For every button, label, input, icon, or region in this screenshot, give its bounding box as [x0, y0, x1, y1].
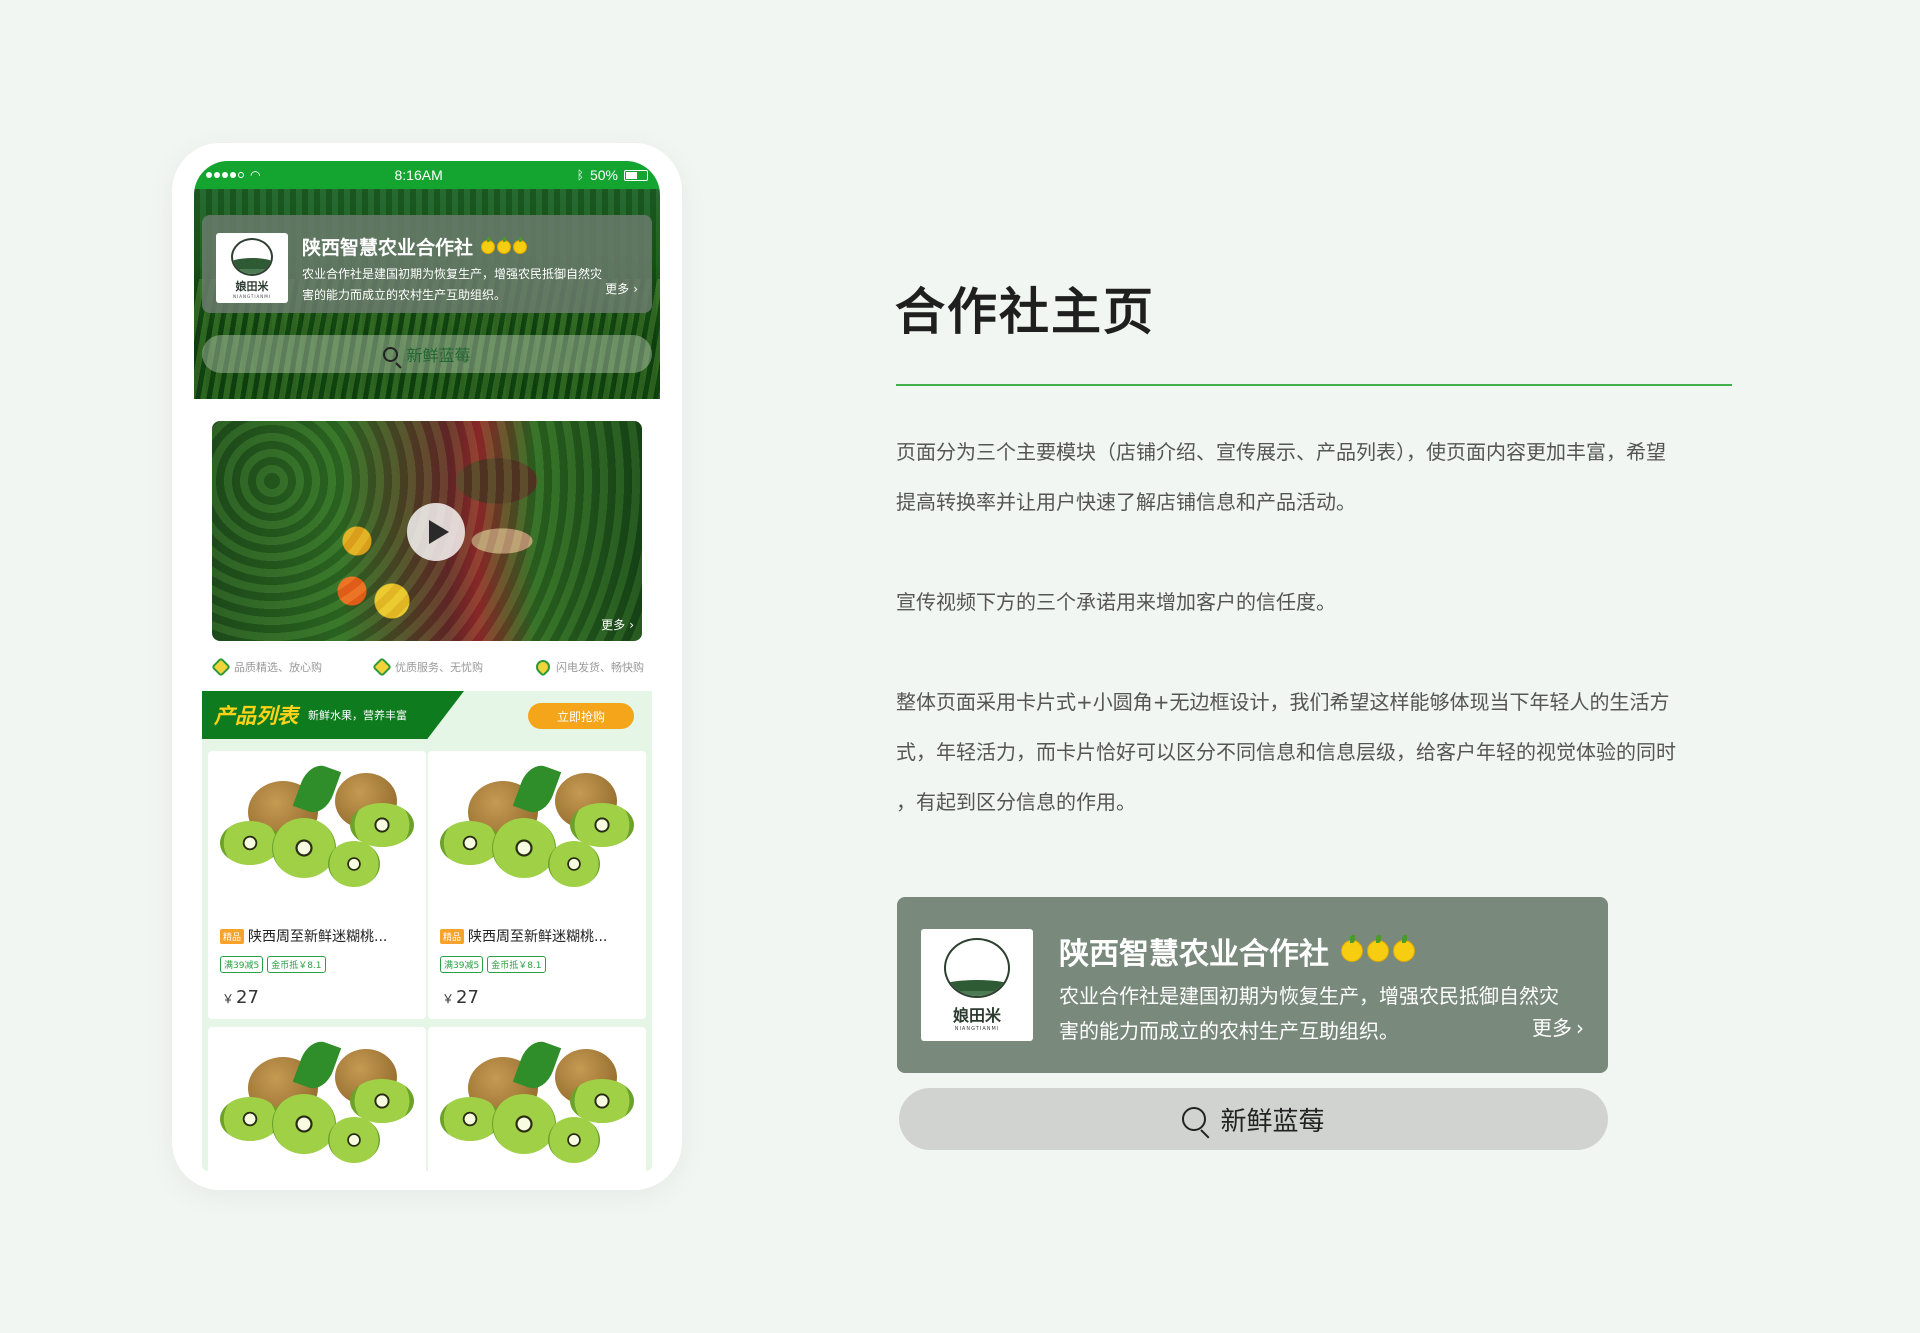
search-bar[interactable]: 新鲜蓝莓: [202, 335, 652, 373]
phone-screen: ◠ 8:16AM ᛒ 50% 娘田米 NIANGTIANMI 陕西智慧农业合作社: [194, 161, 660, 1171]
logo-subtext: NIANGTIANMI: [233, 293, 271, 299]
product-card[interactable]: 精品 陕西周至新鲜迷糊桃... 满39减5 金币抵￥8.1 ￥ 27: [208, 751, 426, 1019]
cooperative-logo: 娘田米 NIANGTIANMI: [921, 929, 1033, 1041]
product-price: ￥ 27: [222, 987, 259, 1008]
product-section-title: 产品列表: [214, 704, 298, 728]
fruit-rating-icons: [481, 236, 528, 254]
logo-text: 娘田米: [235, 279, 269, 293]
phone-mockup: ◠ 8:16AM ᛒ 50% 娘田米 NIANGTIANMI 陕西智慧农业合作社: [172, 143, 682, 1190]
promise-item: 品质精选、放心购: [211, 657, 322, 677]
cooperative-title: 陕西智慧农业合作社: [302, 233, 638, 260]
premium-badge: 精品: [220, 928, 245, 944]
logo-emblem-icon: [944, 938, 1010, 998]
promise-item: 闪电发货、畅快购: [533, 657, 644, 677]
fruit-icon: [1341, 935, 1363, 962]
product-section-subtitle: 新鲜水果，营养丰富: [308, 709, 407, 722]
hero-banner: 娘田米 NIANGTIANMI 陕西智慧农业合作社 农业合作社是建国初期为恢复生…: [194, 189, 660, 399]
buy-now-button[interactable]: 立即抢购: [528, 703, 634, 729]
coupon-tag: 金币抵￥8.1: [267, 956, 326, 973]
search-placeholder: 新鲜蓝莓: [406, 346, 471, 365]
product-card[interactable]: 精品 陕西周至新鲜迷糊桃... 满39减5 金币抵￥8.1 ￥ 27: [428, 751, 646, 1019]
kiwi-image: [220, 1036, 414, 1169]
coupon-tag: 满39减5: [440, 956, 484, 973]
cooperative-card-detail[interactable]: 娘田米 NIANGTIANMI 陕西智慧农业合作社 农业合作社是建国初期为恢复生…: [897, 897, 1608, 1073]
cooperative-more-link[interactable]: 更多: [605, 280, 638, 297]
logo-subtext: NIANGTIANMI: [954, 1026, 1000, 1032]
product-grid: 精品 陕西周至新鲜迷糊桃... 满39减5 金币抵￥8.1 ￥ 27 精品 陕西…: [208, 751, 646, 1171]
fruit-rating-icons: [1341, 935, 1415, 962]
promo-video[interactable]: 更多: [212, 421, 642, 641]
fruit-icon: [481, 236, 496, 254]
battery-icon: [624, 169, 648, 181]
description-paragraph-2: 宣传视频下方的三个承诺用来增加客户的信任度。: [896, 590, 1336, 614]
product-card[interactable]: [428, 1027, 646, 1171]
heading-divider: [896, 384, 1732, 386]
coupon-tag: 金币抵￥8.1: [487, 956, 546, 973]
battery-percent: 50%: [589, 167, 618, 183]
cooperative-title: 陕西智慧农业合作社: [1059, 929, 1584, 973]
rocket-badge-icon: [533, 657, 553, 677]
wifi-icon: ◠: [250, 168, 261, 182]
search-bar-detail[interactable]: 新鲜蓝莓: [899, 1088, 1608, 1150]
product-section: 产品列表 新鲜水果，营养丰富 立即抢购 精品 陕西周至新鲜迷糊桃... 满39减…: [202, 691, 652, 1171]
tag-badge-icon: [372, 657, 392, 677]
promise-item: 优质服务、无忧购: [372, 657, 483, 677]
fruit-icon: [513, 236, 528, 254]
product-price: ￥ 27: [442, 987, 479, 1008]
search-icon: [1182, 1107, 1210, 1139]
search-placeholder: 新鲜蓝莓: [1220, 1106, 1325, 1137]
cooperative-more-link[interactable]: 更多: [1532, 1012, 1584, 1041]
product-name: 精品 陕西周至新鲜迷糊桃...: [220, 926, 420, 946]
product-card[interactable]: [208, 1027, 426, 1171]
search-icon-handle: [1200, 1129, 1210, 1139]
logo-text: 娘田米: [952, 1006, 1001, 1025]
promise-bar: 品质精选、放心购 优质服务、无忧购 闪电发货、畅快购: [211, 657, 644, 677]
search-icon: [383, 346, 403, 369]
description-paragraph-1: 页面分为三个主要模块（店铺介绍、宣传展示、产品列表），使页面内容更加丰富，希望 …: [896, 440, 1666, 514]
search-icon-handle: [395, 361, 403, 369]
kiwi-image: [440, 760, 634, 893]
status-bar: ◠ 8:16AM ᛒ 50%: [194, 161, 660, 189]
product-section-header: 产品列表 新鲜水果，营养丰富 立即抢购: [202, 691, 652, 739]
fruit-icon: [497, 236, 512, 254]
product-name: 精品 陕西周至新鲜迷糊桃...: [440, 926, 640, 946]
play-icon[interactable]: [407, 503, 465, 561]
kiwi-image: [440, 1036, 634, 1169]
cooperative-description: 农业合作社是建国初期为恢复生产，增强农民抵御自然灾 害的能力而成立的农村生产互助…: [302, 267, 603, 302]
status-time: 8:16AM: [394, 167, 443, 183]
kiwi-image: [220, 760, 414, 893]
description-paragraph-3: 整体页面采用卡片式+小圆角+无边框设计，我们希望这样能够体现当下年轻人的生活方 …: [896, 690, 1676, 814]
signal-icon: [206, 172, 244, 178]
bluetooth-icon: ᛒ: [576, 168, 584, 182]
fruit-icon: [1367, 935, 1389, 962]
cooperative-card[interactable]: 娘田米 NIANGTIANMI 陕西智慧农业合作社 农业合作社是建国初期为恢复生…: [202, 215, 652, 313]
cooperative-description: 农业合作社是建国初期为恢复生产，增强农民抵御自然灾 害的能力而成立的农村生产互助…: [1059, 984, 1559, 1043]
logo-emblem-icon: [231, 237, 273, 276]
page-heading: 合作社主页: [895, 283, 1155, 341]
cooperative-logo: 娘田米 NIANGTIANMI: [216, 233, 288, 303]
heart-badge-icon: [211, 657, 231, 677]
fruit-icon: [1393, 935, 1415, 962]
premium-badge: 精品: [440, 928, 465, 944]
video-more-link[interactable]: 更多: [601, 616, 634, 633]
coupon-tag: 满39减5: [220, 956, 264, 973]
